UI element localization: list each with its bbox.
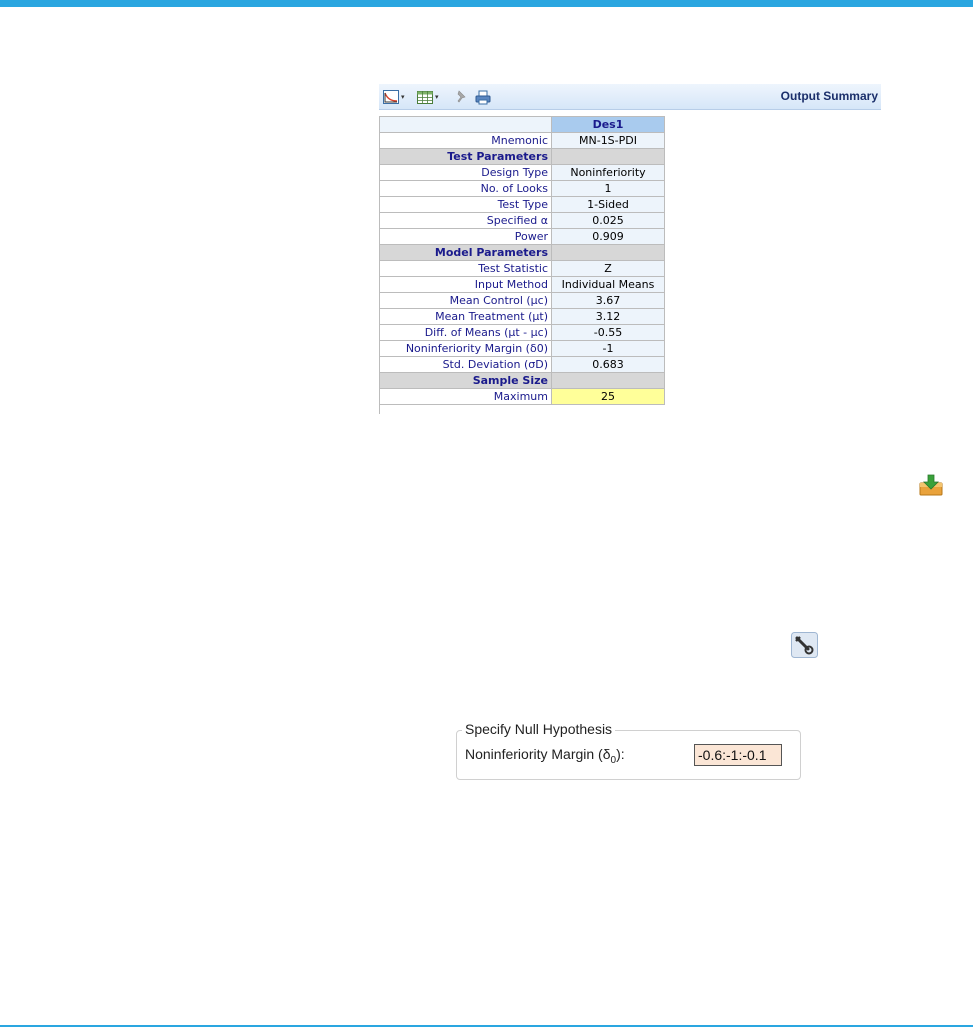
row-value[interactable]: 0.025	[551, 212, 665, 229]
output-summary-title: Output Summary	[780, 89, 878, 103]
table-row: Std. Deviation (σD) 0.683	[379, 356, 665, 373]
label-prefix: Noninferiority Margin (δ	[465, 746, 611, 762]
print-icon	[475, 90, 491, 105]
row-value[interactable]: 1-Sided	[551, 196, 665, 213]
noninferiority-margin-label: Noninferiority Margin (δ0):	[465, 746, 625, 766]
table-row: Noninferiority Margin (δ0) -1	[379, 340, 665, 357]
table-row: Design Type Noninferiority	[379, 164, 665, 181]
table-row: No. of Looks 1	[379, 180, 665, 197]
row-value[interactable]: 1	[551, 180, 665, 197]
table-row: Power 0.909	[379, 228, 665, 245]
pin-button[interactable]	[455, 89, 469, 105]
pin-icon	[455, 90, 469, 104]
row-value[interactable]: 0.909	[551, 228, 665, 245]
row-value[interactable]: Z	[551, 260, 665, 277]
row-value[interactable]: -0.55	[551, 324, 665, 341]
chevron-down-icon: ▾	[401, 93, 405, 101]
output-summary-table: Des1 Mnemonic MN-1S-PDI Test Parameters Desi…	[379, 116, 665, 405]
row-value[interactable]: 3.12	[551, 308, 665, 325]
row-label: Test Type	[379, 196, 552, 213]
row-value[interactable]: -1	[551, 340, 665, 357]
row-value[interactable]: 0.683	[551, 356, 665, 373]
row-label: Mnemonic	[379, 132, 552, 149]
section-blank-cell	[551, 244, 665, 261]
chart-dropdown-button[interactable]: ▾	[383, 89, 405, 105]
null-hypothesis-legend: Specify Null Hypothesis	[462, 721, 616, 737]
row-label: Mean Control (µc)	[379, 292, 552, 309]
row-value[interactable]: Individual Means	[551, 276, 665, 293]
row-value[interactable]: Noninferiority	[551, 164, 665, 181]
bottom-accent-bar	[0, 1025, 973, 1027]
table-header-row: Des1	[379, 116, 665, 133]
row-label: Std. Deviation (σD)	[379, 356, 552, 373]
row-label: Input Method	[379, 276, 552, 293]
row-label: Diff. of Means (µt - µc)	[379, 324, 552, 341]
section-label: Model Parameters	[379, 244, 552, 261]
header-blank-cell	[379, 116, 552, 133]
table-row: Mnemonic MN-1S-PDI	[379, 132, 665, 149]
table-row: Mean Treatment (µt) 3.12	[379, 308, 665, 325]
row-value[interactable]: 25	[551, 388, 665, 405]
table-row: Test Statistic Z	[379, 260, 665, 277]
table-icon	[417, 90, 433, 104]
table-row: Input Method Individual Means	[379, 276, 665, 293]
row-label: Test Statistic	[379, 260, 552, 277]
row-value[interactable]: 3.67	[551, 292, 665, 309]
row-label: Power	[379, 228, 552, 245]
output-summary-toolbar: ▾ ▾ Output Summary	[379, 84, 881, 110]
section-row: Model Parameters	[379, 244, 665, 261]
section-blank-cell	[551, 372, 665, 389]
top-accent-bar	[0, 0, 973, 7]
export-icon[interactable]	[918, 473, 944, 497]
chart-icon	[383, 90, 399, 104]
label-suffix: ):	[616, 746, 625, 762]
section-blank-cell	[551, 148, 665, 165]
row-label: Noninferiority Margin (δ0)	[379, 340, 552, 357]
section-row: Test Parameters	[379, 148, 665, 165]
print-button[interactable]	[475, 89, 491, 105]
table-bottom-edge	[379, 405, 380, 414]
row-label: Maximum	[379, 388, 552, 405]
table-row: Mean Control (µc) 3.67	[379, 292, 665, 309]
noninferiority-margin-input[interactable]	[694, 744, 782, 766]
row-label: Design Type	[379, 164, 552, 181]
table-row: Test Type 1-Sided	[379, 196, 665, 213]
row-label: Specified α	[379, 212, 552, 229]
section-label: Test Parameters	[379, 148, 552, 165]
row-value[interactable]: MN-1S-PDI	[551, 132, 665, 149]
row-label: Mean Treatment (µt)	[379, 308, 552, 325]
section-row: Sample Size	[379, 372, 665, 389]
chevron-down-icon: ▾	[435, 93, 439, 101]
table-row: Diff. of Means (µt - µc) -0.55	[379, 324, 665, 341]
row-label: No. of Looks	[379, 180, 552, 197]
column-header-des1[interactable]: Des1	[551, 116, 665, 133]
table-row: Maximum 25	[379, 388, 665, 405]
table-row: Specified α 0.025	[379, 212, 665, 229]
wrench-icon[interactable]	[791, 632, 818, 658]
section-label: Sample Size	[379, 372, 552, 389]
table-dropdown-button[interactable]: ▾	[417, 89, 439, 105]
